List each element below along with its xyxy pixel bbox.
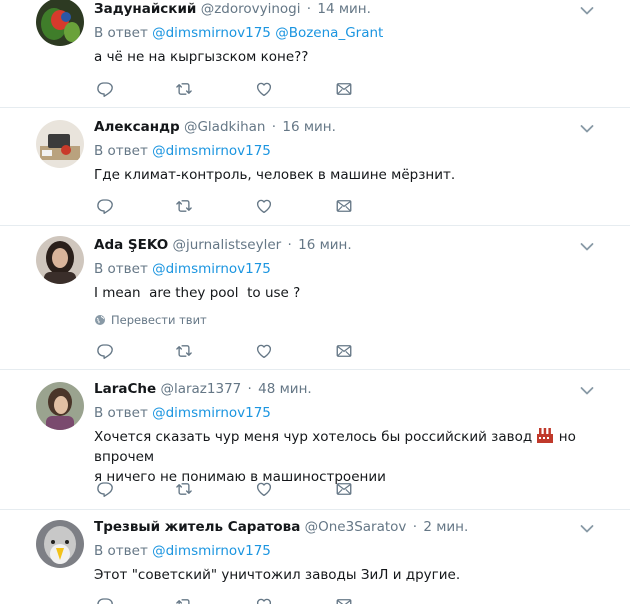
heart-icon[interactable]	[255, 80, 275, 100]
reply-prefix: В ответ	[94, 261, 148, 277]
reply-icon[interactable]	[96, 480, 116, 500]
chevron-down-icon[interactable]	[580, 242, 594, 252]
tweet-actions	[94, 342, 394, 362]
tweet-text: Этот "советский" уничтожил заводы ЗиЛ и …	[94, 567, 461, 583]
reply-prefix: В ответ	[94, 25, 148, 41]
reply-context: В ответ @dimsmirnov175	[94, 142, 271, 160]
globe-icon	[94, 314, 106, 326]
reply-icon[interactable]	[96, 342, 116, 362]
reply-context: В ответ @dimsmirnov175 @Bozena_Grant	[94, 24, 383, 42]
reply-prefix: В ответ	[94, 405, 148, 421]
chevron-down-icon[interactable]	[580, 386, 594, 396]
author-name[interactable]: Задунайский	[94, 1, 196, 17]
avatar[interactable]	[36, 382, 84, 430]
mention-link[interactable]: @dimsmirnov175	[152, 261, 271, 277]
avatar[interactable]	[36, 236, 84, 284]
reply-icon[interactable]	[96, 80, 116, 100]
separator-dot: ·	[271, 119, 277, 135]
chevron-down-icon[interactable]	[580, 124, 594, 134]
mention-link[interactable]: @dimsmirnov175	[152, 25, 271, 41]
timestamp[interactable]: 14 мин.	[317, 1, 371, 17]
mention-link[interactable]: @Bozena_Grant	[275, 25, 383, 41]
tweet-actions	[94, 596, 394, 604]
avatar[interactable]	[36, 520, 84, 568]
author-name[interactable]: Александр	[94, 119, 180, 135]
retweet-icon[interactable]	[175, 342, 195, 362]
reply-icon[interactable]	[96, 197, 116, 217]
retweet-icon[interactable]	[175, 197, 195, 217]
avatar[interactable]	[36, 120, 84, 168]
envelope-icon[interactable]	[335, 197, 355, 217]
envelope-icon[interactable]	[335, 342, 355, 362]
timestamp[interactable]: 16 мин.	[298, 237, 352, 253]
tweet-text: а чё не на кыргызском коне??	[94, 49, 309, 65]
reply-icon[interactable]	[96, 596, 116, 604]
reply-context: В ответ @dimsmirnov175	[94, 404, 271, 422]
chevron-down-icon[interactable]	[580, 524, 594, 534]
mention-link[interactable]: @dimsmirnov175	[152, 143, 271, 159]
separator-dot: ·	[287, 237, 292, 253]
timestamp[interactable]: 16 мин.	[282, 119, 336, 135]
author-name[interactable]: Ada ŞEKO	[94, 237, 168, 253]
tweet-text: Где климат-контроль, человек в машине мё…	[94, 167, 456, 183]
envelope-icon[interactable]	[335, 480, 355, 500]
tweet-4[interactable]: LaraChe @laraz1377 · 48 мин. В ответ @di…	[0, 370, 630, 510]
heart-icon[interactable]	[255, 342, 275, 362]
mention-link[interactable]: @dimsmirnov175	[152, 543, 271, 559]
retweet-icon[interactable]	[175, 596, 195, 604]
heart-icon[interactable]	[255, 197, 275, 217]
tweet-actions	[94, 480, 394, 500]
author-name[interactable]: Трезвый житель Саратова	[94, 519, 300, 535]
author-handle[interactable]: @laraz1377	[160, 381, 241, 397]
separator-dot: ·	[412, 519, 418, 535]
avatar[interactable]	[36, 0, 84, 46]
heart-icon[interactable]	[255, 480, 275, 500]
factory-emoji	[537, 428, 554, 443]
tweet-actions	[94, 197, 394, 217]
tweet-2[interactable]: Александр @Gladkihan · 16 мин. В ответ @…	[0, 108, 630, 226]
timestamp[interactable]: 2 мин.	[423, 519, 468, 535]
envelope-icon[interactable]	[335, 80, 355, 100]
retweet-icon[interactable]	[175, 80, 195, 100]
chevron-down-icon[interactable]	[580, 6, 594, 16]
reply-prefix: В ответ	[94, 543, 148, 559]
timestamp[interactable]: 48 мин.	[258, 381, 312, 397]
separator-dot: ·	[247, 381, 252, 397]
reply-context: В ответ @dimsmirnov175	[94, 260, 271, 278]
reply-prefix: В ответ	[94, 143, 148, 159]
author-handle[interactable]: @Gladkihan	[184, 119, 266, 135]
author-handle[interactable]: @jurnalistseyler	[173, 237, 282, 253]
author-handle[interactable]: @zdorovyinogi	[201, 1, 301, 17]
tweet-5[interactable]: Трезвый житель Саратова @One3Saratov · 2…	[0, 510, 630, 604]
heart-icon[interactable]	[255, 596, 275, 604]
reply-context: В ответ @dimsmirnov175	[94, 542, 271, 560]
mention-link[interactable]: @dimsmirnov175	[152, 405, 271, 421]
tweet-text: Хочется сказать чур меня чур хотелось бы…	[94, 427, 614, 487]
envelope-icon[interactable]	[335, 596, 355, 604]
separator-dot: ·	[306, 1, 312, 17]
tweet-3[interactable]: Ada ŞEKO @jurnalistseyler · 16 мин. В от…	[0, 226, 630, 370]
tweet-actions	[94, 80, 394, 100]
tweet-text: I mean are they pool to use ?	[94, 285, 301, 301]
translate-label: Перевести твит	[111, 313, 207, 327]
tweet-text-line1: Хочется сказать чур меня чур хотелось бы…	[94, 429, 533, 445]
translate-tweet-link[interactable]: Перевести твит	[94, 313, 207, 327]
retweet-icon[interactable]	[175, 480, 195, 500]
author-handle[interactable]: @One3Saratov	[305, 519, 407, 535]
author-name[interactable]: LaraChe	[94, 381, 156, 397]
tweet-1[interactable]: Задунайский @zdorovyinogi · 14 мин. В от…	[0, 0, 630, 108]
